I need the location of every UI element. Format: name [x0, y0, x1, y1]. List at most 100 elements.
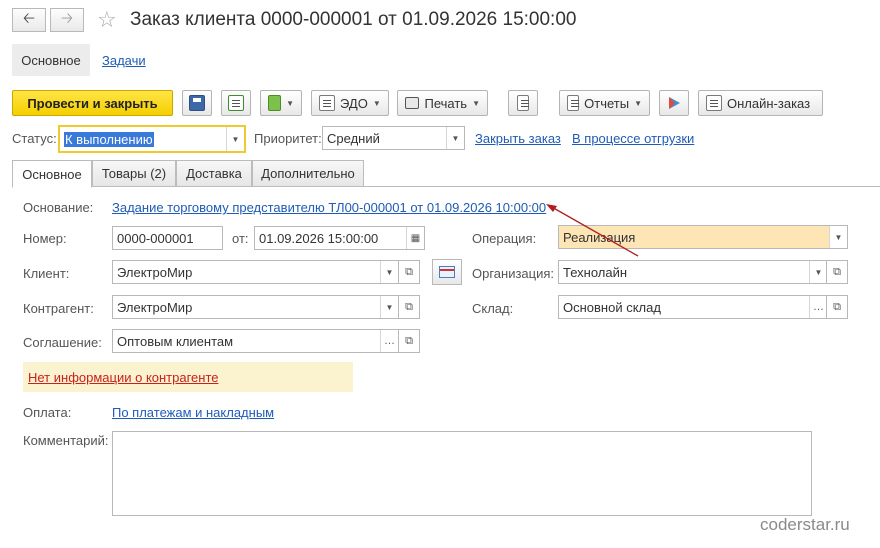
agreement-field[interactable]: Оптовым клиентам …: [112, 329, 399, 353]
tab-goods[interactable]: Товары (2): [92, 160, 176, 187]
ellipsis-icon[interactable]: …: [809, 296, 827, 318]
agreement-label: Соглашение:: [23, 335, 102, 350]
page-title: Заказ клиента 0000-000001 от 01.09.2026 …: [130, 9, 577, 30]
printer-icon: [405, 97, 420, 109]
online-order-icon: [706, 95, 722, 111]
annotation-arrow-icon: [546, 204, 639, 257]
chevron-down-icon[interactable]: ▼: [380, 296, 398, 318]
warehouse-field[interactable]: Основной склад …: [558, 295, 828, 319]
chevron-down-icon[interactable]: ▼: [446, 127, 464, 149]
open-icon: ⧉: [405, 265, 413, 278]
number-label: Номер:: [23, 231, 67, 246]
client-value: ЭлектроМир: [117, 264, 193, 280]
client-label: Клиент:: [23, 266, 70, 281]
comment-textarea[interactable]: [112, 431, 812, 516]
chevron-down-icon[interactable]: ▼: [226, 127, 244, 151]
document-list-icon: [517, 95, 529, 111]
open-icon: ⧉: [833, 265, 841, 278]
open-client-button[interactable]: ⧉: [398, 260, 420, 284]
open-icon: ⧉: [405, 334, 413, 347]
ellipsis-icon[interactable]: …: [380, 330, 398, 352]
open-warehouse-button[interactable]: ⧉: [826, 295, 848, 319]
nav-main[interactable]: Основное: [12, 44, 90, 76]
basis-label: Основание:: [23, 200, 94, 215]
nav-tasks-link[interactable]: Задачи: [102, 53, 146, 68]
number-field[interactable]: 0000-000001: [112, 226, 223, 250]
create-based-on-button[interactable]: ▼: [260, 90, 302, 116]
date-field[interactable]: 01.09.2026 15:00:00 ▦: [254, 226, 425, 250]
reports-label: Отчеты: [584, 95, 630, 111]
open-counterparty-button[interactable]: ⧉: [398, 295, 420, 319]
priority-select[interactable]: Средний ▼: [322, 126, 465, 150]
chevron-down-icon: ▼: [286, 98, 294, 108]
card-icon: [439, 266, 455, 278]
forward-button[interactable]: 🡢: [50, 8, 84, 32]
back-button[interactable]: 🡠: [12, 8, 46, 32]
shipping-status-link[interactable]: В процессе отгрузки: [572, 131, 694, 146]
counterparty-warning: Нет информации о контрагенте: [23, 362, 353, 392]
basis-link[interactable]: Задание торговому представителю ТЛ00-000…: [112, 200, 546, 215]
date-value: 01.09.2026 15:00:00: [259, 230, 379, 246]
star-icon[interactable]: ☆: [97, 7, 117, 33]
edo-label: ЭДО: [340, 95, 368, 111]
print-label: Печать: [424, 95, 468, 111]
open-icon: ⧉: [833, 300, 841, 313]
print-button[interactable]: Печать ▼: [397, 90, 488, 116]
open-organization-button[interactable]: ⧉: [826, 260, 848, 284]
post-and-close-button[interactable]: Провести и закрыть: [12, 90, 173, 116]
calendar-icon[interactable]: ▦: [406, 227, 424, 249]
structure-button[interactable]: [508, 90, 538, 116]
online-order-label: Онлайн-заказ: [727, 95, 811, 111]
chevron-down-icon[interactable]: ▼: [380, 261, 398, 283]
number-value: 0000-000001: [117, 230, 194, 246]
payment-label: Оплата:: [23, 405, 72, 420]
post-doc-icon: [228, 95, 244, 111]
tab-delivery[interactable]: Доставка: [176, 160, 252, 187]
agreement-value: Оптовым клиентам: [117, 333, 234, 349]
counterparty-label: Контрагент:: [23, 301, 94, 316]
tab-main[interactable]: Основное: [12, 160, 92, 188]
open-icon: ⧉: [405, 300, 413, 313]
payment-link[interactable]: По платежам и накладным: [112, 405, 274, 420]
counterparty-field[interactable]: ЭлектроМир ▼: [112, 295, 399, 319]
chevron-down-icon: ▼: [634, 98, 642, 108]
status-label: Статус:: [12, 131, 57, 146]
save-icon: [189, 95, 205, 111]
edo-button[interactable]: ЭДО ▼: [311, 90, 389, 116]
status-select[interactable]: К выполнению ▼: [58, 125, 246, 153]
tab-additional[interactable]: Дополнительно: [252, 160, 364, 187]
organization-label: Организация:: [472, 266, 555, 281]
priority-label: Приоритет:: [254, 131, 322, 146]
chevron-down-icon: ▼: [372, 98, 381, 108]
play-icon: [669, 97, 680, 109]
create-based-icon: [268, 95, 282, 111]
client-field[interactable]: ЭлектроМир ▼: [112, 260, 399, 284]
organization-field[interactable]: Технолайн ▼: [558, 260, 828, 284]
watermark: coderstar.ru: [760, 515, 850, 534]
status-value: К выполнению: [64, 131, 154, 147]
reports-button[interactable]: Отчеты ▼: [559, 90, 650, 116]
warehouse-label: Склад:: [472, 301, 514, 316]
close-order-link[interactable]: Закрыть заказ: [475, 131, 561, 146]
chevron-down-icon[interactable]: ▼: [829, 226, 847, 248]
post-button[interactable]: [221, 90, 251, 116]
date-label: от:: [232, 231, 249, 246]
arrow-left-icon: 🡠: [22, 9, 36, 27]
priority-value: Средний: [327, 130, 380, 146]
play-button[interactable]: [659, 90, 689, 116]
online-order-button[interactable]: Онлайн-заказ: [698, 90, 823, 116]
organization-value: Технолайн: [563, 264, 628, 280]
edo-icon: [319, 95, 335, 111]
chevron-down-icon[interactable]: ▼: [809, 261, 827, 283]
client-card-button[interactable]: [432, 259, 462, 285]
warehouse-value: Основной склад: [563, 299, 661, 315]
save-button[interactable]: [182, 90, 212, 116]
chevron-down-icon: ▼: [472, 98, 480, 108]
open-agreement-button[interactable]: ⧉: [398, 329, 420, 353]
counterparty-value: ЭлектроМир: [117, 299, 193, 315]
reports-icon: [567, 95, 580, 111]
operation-label: Операция:: [472, 231, 537, 246]
comment-label: Комментарий:: [23, 433, 109, 448]
counterparty-warning-link[interactable]: Нет информации о контрагенте: [28, 370, 219, 385]
arrow-right-icon: 🡢: [60, 9, 74, 27]
